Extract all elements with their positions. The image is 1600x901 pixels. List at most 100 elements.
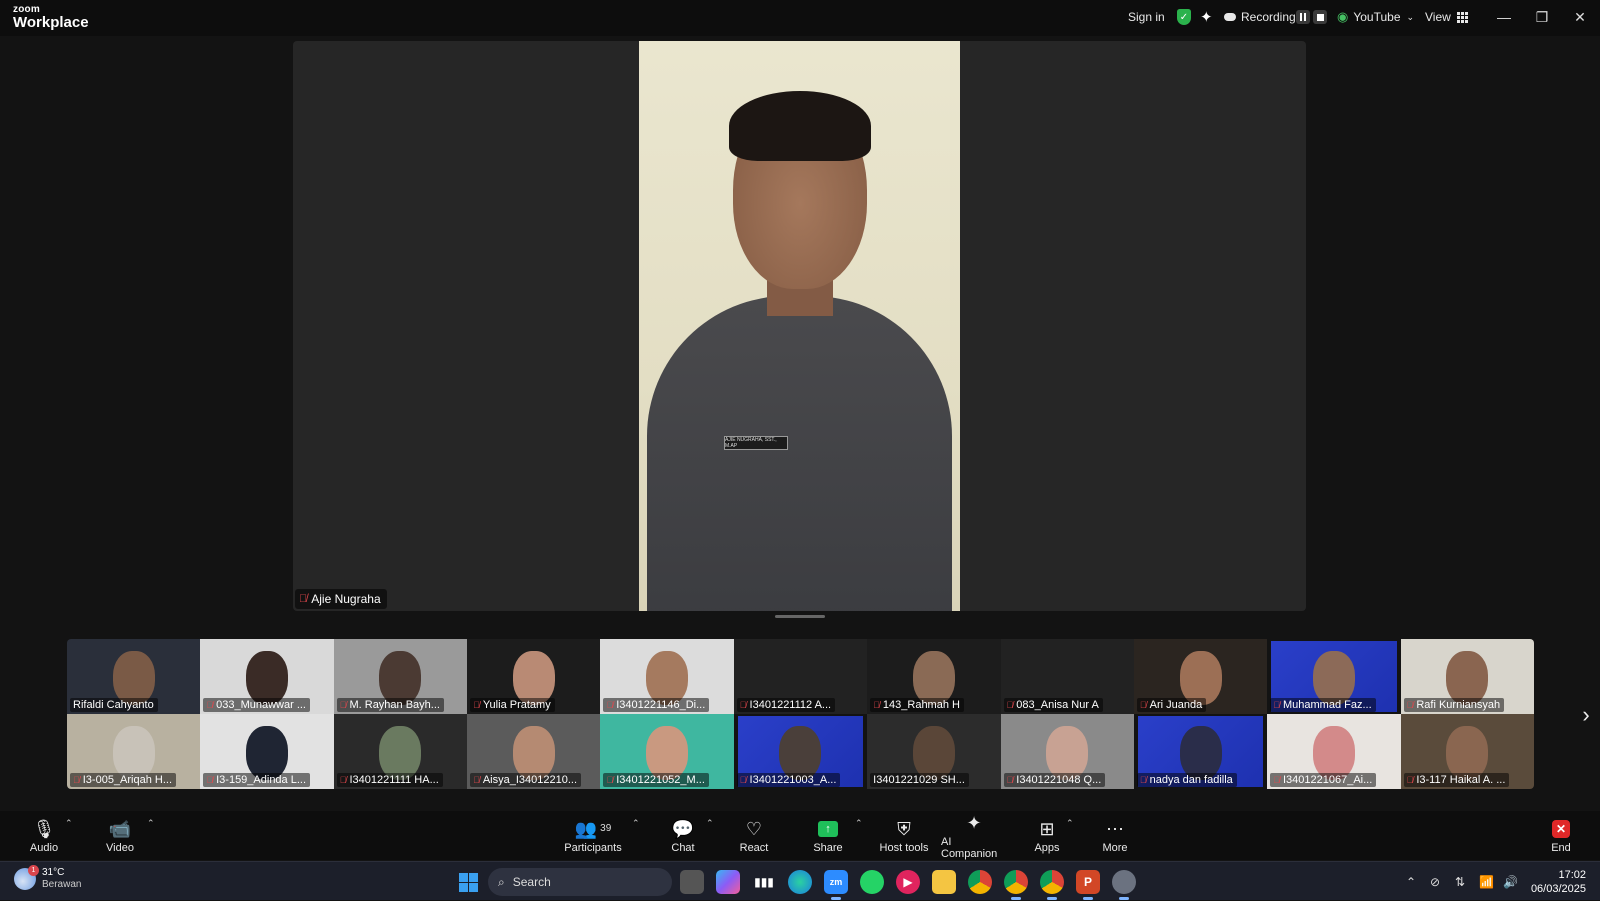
- chrome-profile-2-icon[interactable]: [1040, 870, 1064, 900]
- share-button[interactable]: ↑ Share: [813, 811, 843, 860]
- participant-tile[interactable]: 🎙̸ I3-159_Adinda L...: [200, 714, 334, 789]
- participant-tile[interactable]: 🎙̸ I3401221052_M...: [600, 714, 734, 789]
- chrome-icon[interactable]: [968, 870, 992, 894]
- participant-tile[interactable]: 🎙̸ I3401221146_Di...: [600, 639, 734, 714]
- participant-name-label: 🎙̸ I3401221048 Q...: [1003, 773, 1106, 787]
- camera-icon: 📹: [108, 818, 132, 839]
- end-label: End: [1551, 841, 1571, 854]
- view-button[interactable]: View: [1425, 0, 1468, 34]
- show-hidden-icons-chevron-icon[interactable]: ⌃: [1406, 862, 1416, 901]
- chevron-down-icon: ⌄: [1406, 11, 1415, 22]
- participant-tile[interactable]: 🎙̸ Rafi Kurniansyah: [1400, 639, 1534, 714]
- taskbar-search[interactable]: ⌕ Search: [488, 868, 672, 896]
- microphone-icon: 🎙: [32, 818, 56, 839]
- participant-tile[interactable]: I3401221029 SH...: [867, 714, 1001, 789]
- audio-button[interactable]: 🎙 Audio: [28, 811, 60, 860]
- chat-button[interactable]: 💬 Chat: [669, 811, 697, 860]
- participant-tile[interactable]: 🎙̸ I3401221067_Ai...: [1267, 714, 1401, 789]
- participant-tile[interactable]: 🎙̸ I3401221112 A...: [733, 639, 868, 714]
- participant-tile[interactable]: Rifaldi Cahyanto: [67, 639, 201, 714]
- weather-widget[interactable]: 1 31°C Berawan: [14, 865, 81, 891]
- participant-tile[interactable]: 🎙̸ nadya dan fadilla: [1134, 714, 1267, 789]
- apps-options-chevron-icon[interactable]: ⌃: [1066, 818, 1074, 829]
- end-meeting-button[interactable]: ✕ End: [1548, 811, 1574, 860]
- participant-tile[interactable]: 🎙̸ 143_Rahmah H: [867, 639, 1001, 714]
- participant-name-label: 🎙̸ I3-117 Haikal A. ...: [1403, 773, 1510, 787]
- ai-sparkle-icon[interactable]: ✦: [1200, 0, 1213, 34]
- participant-video: [1312, 726, 1355, 780]
- participant-name-label: 🎙̸ I3401221052_M...: [603, 773, 709, 787]
- participant-tile[interactable]: 🎙̸ I3401221003_A...: [734, 714, 867, 789]
- participant-name: I3-117 Haikal A. ...: [1416, 774, 1506, 786]
- participant-video: [912, 651, 955, 705]
- ai-companion-button[interactable]: ✦ AI Companion: [941, 811, 1007, 860]
- network-off-icon[interactable]: ⊘: [1430, 862, 1440, 901]
- search-icon: ⌕: [498, 874, 505, 889]
- participant-name-label: 🎙̸ 083_Anisa Nur A: [1003, 698, 1103, 712]
- edge-browser-icon[interactable]: [788, 870, 812, 894]
- mic-muted-icon: 🎙̸: [1273, 775, 1280, 785]
- participants-options-chevron-icon[interactable]: ⌃: [632, 818, 640, 829]
- next-page-arrow-icon[interactable]: ›: [1575, 700, 1597, 730]
- wifi-icon[interactable]: 📶: [1479, 862, 1494, 901]
- live-stream-dropdown[interactable]: ◉ YouTube ⌄: [1337, 0, 1414, 34]
- zoom-app-icon[interactable]: zm: [824, 870, 848, 900]
- sign-in-link[interactable]: Sign in: [1128, 0, 1165, 34]
- active-speaker-view[interactable]: AJIE NUGRAHA, SST., M.AP 🎙̸ Ajie Nugraha: [293, 41, 1306, 611]
- participant-name-label: 🎙̸ Yulia Pratamy: [470, 698, 555, 712]
- resize-handle[interactable]: [775, 615, 825, 618]
- settings-gear-icon[interactable]: [1112, 870, 1136, 900]
- participant-tile[interactable]: 🎙̸ Ari Juanda: [1133, 639, 1268, 714]
- minimize-button[interactable]: —: [1485, 0, 1523, 34]
- windows-start-icon[interactable]: [459, 873, 478, 892]
- chrome-profile-icon[interactable]: [1004, 870, 1028, 900]
- encryption-shield-icon[interactable]: ✓: [1177, 0, 1191, 34]
- video-options-chevron-icon[interactable]: ⌃: [147, 818, 155, 829]
- participant-tile[interactable]: 🎙̸ I3401221048 Q...: [1000, 714, 1134, 789]
- participant-name: 143_Rahmah H: [882, 699, 960, 711]
- participant-video: [379, 726, 422, 780]
- participant-name: I3401221112 A...: [749, 699, 832, 711]
- speaker-name-label: 🎙̸ Ajie Nugraha: [295, 589, 387, 609]
- weather-icon: 1: [14, 865, 39, 890]
- ai-sparkle-icon: ✦: [966, 812, 982, 833]
- close-button[interactable]: ✕: [1561, 0, 1599, 34]
- audio-options-chevron-icon[interactable]: ⌃: [65, 818, 73, 829]
- participant-tile[interactable]: 🎙̸ Muhammad Faz...: [1267, 639, 1400, 714]
- whatsapp-icon[interactable]: [860, 870, 884, 894]
- participants-button[interactable]: 👥 39 Participants: [561, 811, 625, 860]
- participant-name-label: 🎙̸ Aisya_I34012210...: [470, 773, 582, 787]
- participant-tile[interactable]: 🎙̸ 083_Anisa Nur A: [1000, 639, 1134, 714]
- chat-options-chevron-icon[interactable]: ⌃: [706, 818, 714, 829]
- react-button[interactable]: ♡ React: [738, 811, 770, 860]
- uniform-name-tag: AJIE NUGRAHA, SST., M.AP: [724, 436, 788, 450]
- video-button[interactable]: 📹 Video: [101, 811, 139, 860]
- pause-recording-button[interactable]: [1296, 0, 1310, 34]
- speaker-video: AJIE NUGRAHA, SST., M.AP: [639, 41, 960, 611]
- participant-tile[interactable]: 🎙̸ I3-005_Ariqah H...: [67, 714, 201, 789]
- more-button[interactable]: ⋯ More: [1101, 811, 1129, 860]
- host-tools-button[interactable]: ⛨ Host tools: [879, 811, 929, 860]
- participant-tile[interactable]: 🎙̸ Yulia Pratamy: [467, 639, 601, 714]
- restore-button[interactable]: ❐: [1523, 0, 1561, 34]
- media-player-icon[interactable]: ▶: [896, 870, 920, 894]
- input-indicator-icon[interactable]: ⇅: [1455, 862, 1465, 901]
- participant-tile[interactable]: 🎙̸ I3-117 Haikal A. ...: [1400, 714, 1534, 789]
- file-explorer-icon[interactable]: [932, 870, 956, 894]
- participant-tile[interactable]: 🎙̸ M. Rayhan Bayh...: [333, 639, 468, 714]
- participant-name-label: 🎙̸ 143_Rahmah H: [870, 698, 964, 712]
- system-clock[interactable]: 17:02 06/03/2025: [1528, 868, 1586, 896]
- stop-recording-button[interactable]: [1313, 0, 1327, 34]
- powerpoint-icon[interactable]: P: [1076, 870, 1100, 900]
- participant-name: Ari Juanda: [1149, 699, 1203, 711]
- participant-tile[interactable]: 🎙̸ 033_Munawwar ...: [200, 639, 334, 714]
- apps-button[interactable]: ⊞ Apps: [1033, 811, 1061, 860]
- share-label: Share: [813, 841, 843, 854]
- participant-tile[interactable]: 🎙̸ I3401221111 HA...: [333, 714, 468, 789]
- share-options-chevron-icon[interactable]: ⌃: [855, 818, 863, 829]
- participant-tile[interactable]: 🎙̸ Aisya_I34012210...: [467, 714, 601, 789]
- audio-meter-app-icon[interactable]: ▮▮▮: [752, 870, 776, 894]
- copilot-icon[interactable]: [716, 870, 740, 894]
- volume-icon[interactable]: 🔊: [1503, 862, 1518, 901]
- task-view-icon[interactable]: [680, 870, 704, 894]
